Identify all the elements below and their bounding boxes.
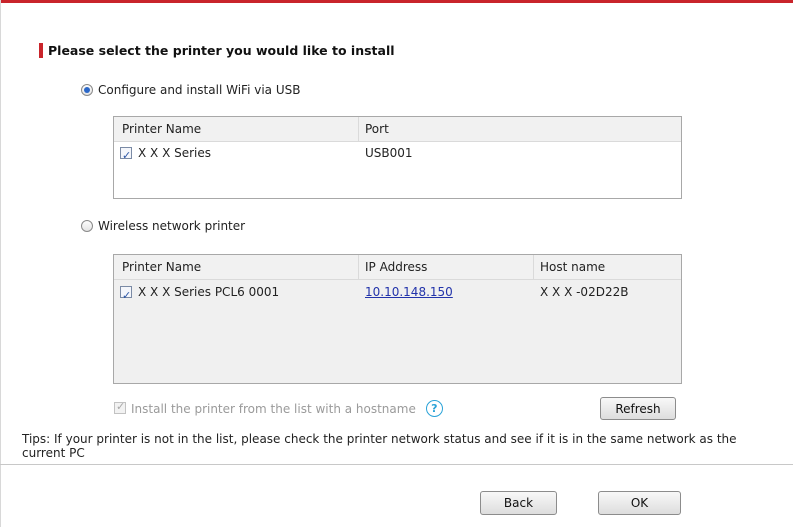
heading-accent-mark	[39, 43, 43, 58]
wireless-radio-button[interactable]	[81, 220, 93, 232]
printer-name-cell: X X X Series	[120, 142, 212, 167]
table-row[interactable]: X X X Series PCL6 0001 10.10.148.150 X X…	[114, 280, 681, 308]
column-header-host-name[interactable]: Host name	[540, 255, 605, 279]
usb-radio-button[interactable]	[81, 84, 93, 96]
host-name-cell: X X X -02D22B	[540, 285, 629, 299]
column-header-printer-name[interactable]: Printer Name	[122, 117, 201, 141]
printer-name-text: X X X Series	[138, 146, 212, 160]
heading-text: Please select the printer you would like…	[48, 43, 395, 58]
ip-address-link[interactable]: 10.10.148.150	[365, 280, 453, 304]
back-button[interactable]: Back	[480, 491, 557, 515]
tips-text: Tips: If your printer is not in the list…	[22, 432, 737, 460]
window-top-accent-bar	[0, 0, 793, 3]
column-header-ip-address[interactable]: IP Address	[365, 255, 427, 279]
window-left-border	[0, 0, 1, 527]
usb-table-header: Printer Name Port	[114, 117, 681, 142]
column-separator	[358, 255, 359, 279]
column-separator	[358, 117, 359, 141]
printer-select-checkbox[interactable]	[120, 284, 132, 308]
usb-option-label: Configure and install WiFi via USB	[98, 83, 301, 97]
ok-button[interactable]: OK	[598, 491, 681, 515]
help-icon[interactable]: ?	[425, 400, 443, 417]
printer-name-cell: X X X Series PCL6 0001	[120, 280, 280, 308]
hostname-install-option[interactable]: Install the printer from the list with a…	[114, 400, 443, 417]
refresh-button[interactable]: Refresh	[600, 397, 676, 420]
column-header-port[interactable]: Port	[365, 117, 389, 141]
hostname-option-label: Install the printer from the list with a…	[131, 401, 416, 416]
port-cell: USB001	[365, 146, 413, 160]
wireless-option-label: Wireless network printer	[98, 219, 246, 233]
footer-divider	[0, 464, 793, 465]
column-separator	[533, 255, 534, 279]
printer-select-checkbox[interactable]	[120, 145, 132, 167]
table-row[interactable]: X X X Series USB001	[114, 142, 681, 167]
wireless-printer-option[interactable]: Wireless network printer	[81, 219, 245, 233]
section-heading: Please select the printer you would like…	[39, 43, 395, 58]
wireless-printer-table: Printer Name IP Address Host name X X X …	[113, 254, 682, 384]
usb-install-option[interactable]: Configure and install WiFi via USB	[81, 83, 300, 97]
wireless-table-header: Printer Name IP Address Host name	[114, 255, 681, 280]
column-header-printer-name[interactable]: Printer Name	[122, 255, 201, 279]
printer-name-text: X X X Series PCL6 0001	[138, 285, 280, 299]
usb-printer-table: Printer Name Port X X X Series USB001	[113, 116, 682, 199]
hostname-checkbox[interactable]	[114, 400, 126, 414]
